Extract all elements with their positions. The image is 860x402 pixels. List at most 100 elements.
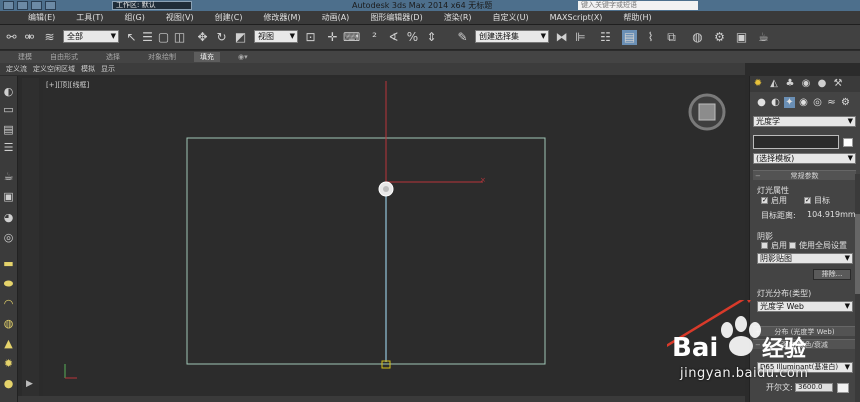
window-crossing-icon[interactable]: ◫ [172, 30, 187, 45]
bind-space-warp-icon[interactable]: ≋ [42, 30, 57, 45]
box-icon[interactable]: ▣ [2, 191, 15, 203]
create-tab-icon[interactable]: ✹ [752, 78, 764, 90]
shadow-type-dropdown[interactable]: 阴影贴图 ▼ [757, 253, 853, 264]
light-enable-checkbox[interactable]: ✓ [761, 197, 768, 204]
open-file-icon[interactable] [31, 1, 42, 10]
ribbon-toggle-icon[interactable]: ▤ [622, 30, 637, 45]
panel-scrollbar[interactable] [855, 174, 860, 402]
edit-named-selection-icon[interactable]: ✎ [455, 30, 470, 45]
display-tab-icon[interactable]: ● [816, 78, 828, 90]
display-button[interactable]: 显示 [101, 64, 115, 74]
render-production-icon[interactable]: ☕ [756, 30, 771, 45]
cameras-icon[interactable]: ◉ [798, 97, 809, 108]
motion-tab-icon[interactable]: ◉ [800, 78, 812, 90]
kelvin-spinner[interactable]: 3600.0 [795, 383, 833, 392]
ribbon-tab-modeling[interactable]: 建模 [18, 52, 32, 62]
target-checkbox[interactable]: ✓ [804, 197, 811, 204]
menu-animation[interactable]: 动画(A) [322, 12, 350, 23]
new-file-icon[interactable] [17, 1, 28, 10]
viewport-top[interactable]: [+][顶][线框] × [43, 78, 745, 396]
workspace-dropdown[interactable]: 工作区: 默认 [112, 1, 192, 10]
menu-customize[interactable]: 自定义(U) [493, 12, 529, 23]
menu-graph-editors[interactable]: 图形编辑器(D) [370, 12, 422, 23]
modify-tab-icon[interactable]: ◭ [768, 78, 780, 90]
teapot-icon[interactable]: ☕ [2, 171, 15, 183]
app-menu-icon[interactable] [3, 1, 14, 10]
layer-manager-icon[interactable]: ☷ [598, 30, 613, 45]
unlink-icon[interactable]: ⚮ [22, 30, 37, 45]
rendered-frame-icon[interactable]: ▣ [734, 30, 749, 45]
pyramid-icon[interactable]: ▲ [2, 338, 15, 350]
ribbon-tab-freeform[interactable]: 自由形式 [50, 52, 78, 62]
render-setup-icon[interactable]: ⚙ [712, 30, 727, 45]
schematic-view-icon[interactable]: ⧉ [664, 30, 679, 45]
menu-edit[interactable]: 编辑(E) [28, 12, 55, 23]
object-name-field[interactable] [753, 135, 839, 149]
helpers-icon[interactable]: ◎ [812, 97, 823, 108]
ribbon-tab-populate[interactable]: 填充 [194, 52, 220, 62]
named-selection-dropdown[interactable]: 创建选择集 ▼ [475, 30, 549, 43]
lights-icon[interactable]: ✦ [784, 97, 795, 108]
scene-explorer-icon[interactable]: ◐ [2, 86, 15, 98]
spinner-snap-icon[interactable]: ⇕ [424, 30, 439, 45]
general-params-rollout[interactable]: − 常规参数 [753, 170, 856, 180]
angle-snap-icon[interactable]: ∢ [386, 30, 401, 45]
simulate-button[interactable]: 模拟 [81, 64, 95, 74]
keyboard-shortcut-icon[interactable]: ⌨ [343, 30, 360, 45]
web-distribution-rollout[interactable]: + 分布 (光度学 Web) [753, 326, 856, 336]
panel-scroll-thumb[interactable] [855, 214, 860, 294]
list-icon[interactable]: ☰ [2, 142, 15, 154]
tube-icon[interactable]: ◍ [2, 318, 15, 330]
shapes-icon[interactable]: ◐ [770, 97, 781, 108]
ribbon-tab-object-paint[interactable]: 对象绘制 [148, 52, 176, 62]
utilities-tab-icon[interactable]: ⚒ [832, 78, 844, 90]
display-icon[interactable]: ▭ [2, 104, 15, 116]
filter-color-swatch[interactable] [837, 383, 849, 393]
menu-modifiers[interactable]: 修改器(M) [263, 12, 300, 23]
define-flows-button[interactable]: 定义流 [6, 64, 27, 74]
percent-snap-icon[interactable]: % [405, 30, 420, 45]
rotate-icon[interactable]: ↻ [214, 30, 229, 45]
mirror-icon[interactable]: ⧓ [554, 30, 569, 45]
menu-group[interactable]: 组(G) [124, 12, 144, 23]
define-idle-areas-button[interactable]: 定义空闲区域 [33, 64, 75, 74]
light-category-dropdown[interactable]: 光度学 ▼ [753, 116, 856, 127]
ribbon-options-icon[interactable]: ◉▾ [238, 53, 248, 61]
geometry-icon[interactable]: ● [756, 97, 767, 108]
plane-icon[interactable]: ▬ [2, 258, 15, 270]
pivot-center-icon[interactable]: ⊡ [303, 30, 318, 45]
geosphere-icon[interactable]: ● [2, 378, 15, 390]
move-icon[interactable]: ✥ [195, 30, 210, 45]
menu-help[interactable]: 帮助(H) [623, 12, 651, 23]
ribbon-tab-selection[interactable]: 选择 [106, 52, 120, 62]
menu-create[interactable]: 创建(C) [215, 12, 243, 23]
torus-icon[interactable]: ◎ [2, 232, 15, 244]
shadows-enable-checkbox[interactable] [761, 242, 768, 249]
select-by-name-icon[interactable]: ☰ [140, 30, 155, 45]
distribution-dropdown[interactable]: 光度学 Web ▼ [757, 301, 853, 312]
selection-filter-dropdown[interactable]: 全部 ▼ [63, 30, 119, 43]
curve-editor-icon[interactable]: ⌇ [643, 30, 658, 45]
menu-rendering[interactable]: 渲染(R) [444, 12, 472, 23]
menu-tools[interactable]: 工具(T) [76, 12, 103, 23]
snaps-toggle-icon[interactable]: ² [367, 30, 382, 45]
cylinder-icon[interactable]: ⬬ [2, 278, 15, 290]
select-object-icon[interactable]: ↖ [124, 30, 139, 45]
cone-icon[interactable]: ◠ [2, 298, 15, 310]
align-icon[interactable]: ⊫ [573, 30, 588, 45]
global-settings-checkbox[interactable] [789, 242, 796, 249]
space-warps-icon[interactable]: ≈ [826, 97, 837, 108]
scale-icon[interactable]: ◩ [233, 30, 248, 45]
rect-selection-icon[interactable]: ▢ [156, 30, 171, 45]
save-file-icon[interactable] [45, 1, 56, 10]
sun-icon[interactable]: ✹ [2, 358, 15, 370]
template-dropdown[interactable]: (选择模板) ▼ [753, 153, 856, 164]
systems-icon[interactable]: ⚙ [840, 97, 851, 108]
timeline-strip[interactable] [18, 396, 745, 402]
object-color-swatch[interactable] [843, 138, 853, 147]
search-input[interactable]: 键入关键字或短语 [578, 1, 698, 10]
reference-coord-dropdown[interactable]: 视图 ▼ [254, 30, 298, 43]
intensity-rollout[interactable]: − 强度/颜色/衰减 [753, 339, 856, 349]
material-editor-icon[interactable]: ◍ [690, 30, 705, 45]
menu-views[interactable]: 视图(V) [166, 12, 194, 23]
